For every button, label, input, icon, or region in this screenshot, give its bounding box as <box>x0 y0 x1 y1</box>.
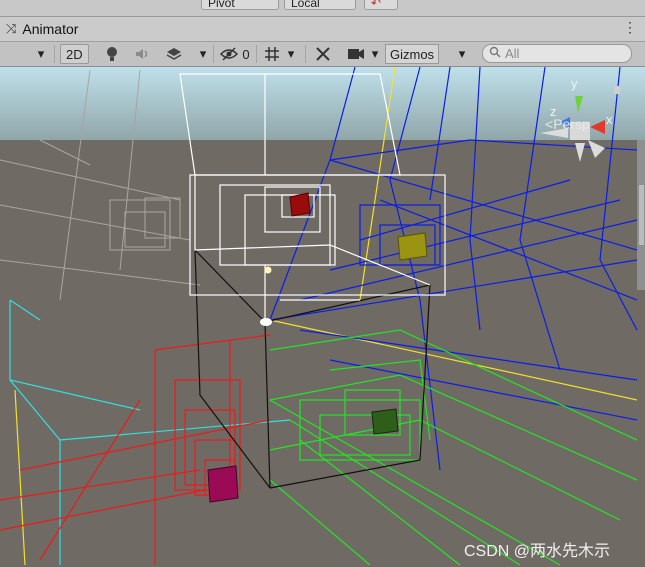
gizmo-x-label: x <box>606 112 613 127</box>
toolbar-divider <box>305 45 306 63</box>
lock-icon <box>614 86 620 94</box>
persp-chevron-icon: < <box>545 116 554 132</box>
yellow-cube <box>397 232 428 261</box>
speaker-icon[interactable] <box>132 44 154 64</box>
layers-icon[interactable] <box>164 44 184 64</box>
gizmos-label: Gizmos <box>390 46 435 62</box>
collab-icon[interactable]: ↶ <box>364 0 398 10</box>
watermark: CSDN @两水先木示 <box>464 543 611 560</box>
red-cube-top <box>289 192 311 217</box>
scrollbar-thumb <box>639 185 644 245</box>
pivot-toggle[interactable]: Pivot <box>201 0 279 10</box>
gizmo-y-label: y <box>571 76 578 91</box>
search-field[interactable]: All <box>482 44 632 63</box>
tools-icon[interactable] <box>313 44 333 64</box>
toolbar-divider <box>256 45 257 63</box>
shading-dropdown-arrow[interactable]: ▾ <box>34 44 48 64</box>
magenta-cube <box>207 465 239 503</box>
search-placeholder: All <box>505 46 520 61</box>
animator-icon: ⤨ <box>6 21 17 36</box>
tab-title: Animator <box>22 21 79 37</box>
projection-toggle[interactable]: <Persp <box>545 116 590 132</box>
mode-2d-button[interactable]: 2D <box>60 44 89 64</box>
local-toggle[interactable]: Local <box>284 0 356 10</box>
grid-icon[interactable] <box>262 44 282 64</box>
effects-dropdown-arrow[interactable]: ▾ <box>196 44 210 64</box>
eye-slash-icon[interactable] <box>218 44 240 64</box>
search-icon <box>489 46 501 61</box>
local-label: Local <box>291 0 320 10</box>
window-tab-bar: ⤨ Animator ⋮ <box>0 17 645 42</box>
hidden-count: 0 <box>242 46 250 62</box>
pivot-label: Pivot <box>208 0 235 10</box>
scene-toolbar: ▾ 2D ▾ 0 ▾ ▾ Gizmos ▾ All <box>0 42 645 67</box>
window-menu-icon[interactable]: ⋮ <box>623 19 637 36</box>
toolbar-divider <box>213 45 214 63</box>
top-strip: Pivot Local ↶ <box>0 0 645 17</box>
green-cube <box>371 408 399 435</box>
projection-label: Persp <box>553 116 590 132</box>
scene-viewport[interactable]: y x z <box>0 67 645 567</box>
mode-2d-label: 2D <box>66 46 83 62</box>
scene-wireframe-canvas[interactable]: y x z <box>0 67 645 567</box>
ground-background <box>0 140 645 567</box>
grid-dropdown-arrow[interactable]: ▾ <box>284 44 298 64</box>
gizmos-dropdown-arrow[interactable]: ▾ <box>455 44 469 64</box>
lightbulb-icon[interactable] <box>102 44 122 64</box>
toolbar-divider <box>54 45 55 63</box>
camera-icon[interactable] <box>345 44 367 64</box>
tab-animator[interactable]: ⤨ Animator <box>0 17 86 41</box>
gizmos-button[interactable]: Gizmos <box>385 44 440 64</box>
camera-dropdown-arrow[interactable]: ▾ <box>368 44 382 64</box>
light-point <box>264 266 272 274</box>
camera-pivot <box>260 318 272 326</box>
